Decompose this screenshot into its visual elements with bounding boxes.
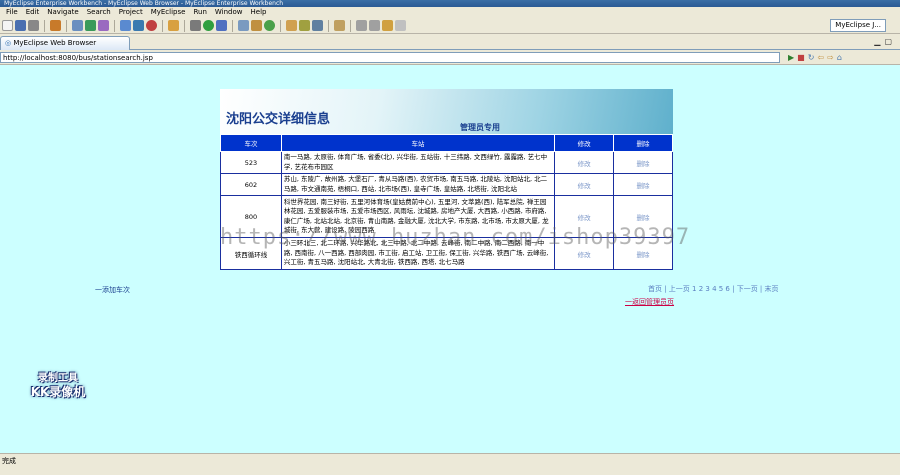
maximize-icon[interactable]: ▢	[884, 37, 896, 46]
search-icon[interactable]	[299, 20, 310, 31]
browser-address-bar: ▶■↻⇦⇨⌂	[0, 50, 900, 65]
status-text: 完成	[2, 457, 16, 465]
external-tools-icon[interactable]	[238, 20, 249, 31]
page-banner: 沈阳公交详细信息 管理员专用	[220, 89, 673, 134]
stop-icon[interactable]: ■	[797, 53, 808, 62]
toolbar-separator	[66, 19, 67, 32]
folder-icon[interactable]	[168, 20, 179, 31]
tab-web-browser[interactable]: ◎ MyEclipse Web Browser	[0, 36, 130, 50]
save-icon[interactable]	[15, 20, 26, 31]
go-icon[interactable]: ▶	[788, 53, 797, 62]
add-route-link[interactable]: 一添加车次	[95, 285, 130, 295]
header-stations: 车站	[280, 134, 556, 152]
toolbar-separator	[232, 19, 233, 32]
page-title: 沈阳公交详细信息	[226, 112, 331, 127]
forward-arrow-icon[interactable]	[395, 20, 406, 31]
route-cell: 523	[220, 151, 282, 174]
main-toolbar: MyEclipse J...	[0, 18, 900, 34]
header-edit: 修改	[554, 134, 615, 152]
pencil-icon[interactable]	[312, 20, 323, 31]
interface-icon[interactable]	[133, 20, 144, 31]
menu-project[interactable]: Project	[115, 7, 147, 18]
new-icon[interactable]	[2, 20, 13, 31]
annotation-icon[interactable]	[334, 20, 345, 31]
delete-link[interactable]: 删除	[613, 173, 673, 196]
edit-link[interactable]: 修改	[554, 173, 615, 196]
web-project-icon[interactable]	[85, 20, 96, 31]
perspective-switcher[interactable]: MyEclipse J...	[830, 19, 886, 32]
globe-icon[interactable]	[264, 20, 275, 31]
menu-edit[interactable]: Edit	[22, 7, 44, 18]
url-input[interactable]	[0, 52, 780, 63]
stations-cell: 苏山, 东陵广, 故州路, 大堡石厂, 青从马路(西), 农贸市场, 南五马路,…	[280, 173, 556, 196]
prev-annotation-icon[interactable]	[369, 20, 380, 31]
server-icon[interactable]	[50, 20, 61, 31]
toolbar-separator	[114, 19, 115, 32]
status-bar: 完成	[0, 453, 900, 475]
toolbar-separator	[44, 19, 45, 32]
view-window-controls[interactable]: ▁▢	[874, 37, 896, 47]
back-icon[interactable]: ⇦	[817, 53, 827, 62]
edit-link[interactable]: 修改	[554, 151, 615, 174]
stop-icon[interactable]	[146, 20, 157, 31]
deploy-icon[interactable]	[72, 20, 83, 31]
perspective-label: MyEclipse J...	[835, 21, 881, 29]
recorder-badge: 录制工具 KK录像机	[18, 373, 98, 399]
settings-icon[interactable]	[190, 20, 201, 31]
menu-file[interactable]: File	[2, 7, 22, 18]
header-route: 车次	[220, 134, 282, 152]
toolbar-separator	[328, 19, 329, 32]
window-title: MyEclipse Enterprise Workbench - MyEclip…	[4, 0, 284, 7]
toolbar-separator	[350, 19, 351, 32]
menu-window[interactable]: Window	[211, 7, 247, 18]
window-title-bar: MyEclipse Enterprise Workbench - MyEclip…	[0, 0, 900, 7]
toolbar-separator	[184, 19, 185, 32]
toolbar-separator	[280, 19, 281, 32]
delete-link[interactable]: 删除	[613, 151, 673, 174]
menu-navigate[interactable]: Navigate	[43, 7, 82, 18]
print-icon[interactable]	[28, 20, 39, 31]
table-header-row: 车次 车站 修改 删除	[220, 134, 673, 152]
watermark-text: https://www.huzhan.com/ishop39397	[220, 225, 691, 250]
menu-search[interactable]: Search	[83, 7, 115, 18]
tab-label: MyEclipse Web Browser	[13, 39, 97, 47]
open-type-icon[interactable]	[286, 20, 297, 31]
stations-cell: 南一马路, 太原街, 体育广场, 省委(北), 兴华街, 五站街, 十三纬路, …	[280, 151, 556, 174]
back-to-admin-link[interactable]: 一返回管理员页	[625, 297, 674, 307]
minimize-icon[interactable]: ▁	[874, 37, 884, 46]
recorder-line2: KK录像机	[30, 385, 86, 399]
header-delete: 删除	[613, 134, 673, 152]
editor-tab-bar: ◎ MyEclipse Web Browser ▁▢	[0, 34, 900, 50]
menu-myeclipse[interactable]: MyEclipse	[147, 7, 190, 18]
menu-help[interactable]: Help	[247, 7, 271, 18]
run-icon[interactable]	[203, 20, 214, 31]
recorder-line1: 录制工具	[38, 373, 78, 384]
back-arrow-icon[interactable]	[382, 20, 393, 31]
home-icon[interactable]: ⌂	[837, 53, 845, 62]
menu-run[interactable]: Run	[189, 7, 210, 18]
table-row: 602 苏山, 东陵广, 故州路, 大堡石厂, 青从马路(西), 农贸市场, 南…	[220, 173, 673, 196]
route-cell: 602	[220, 173, 282, 196]
forward-icon[interactable]: ⇨	[827, 53, 837, 62]
package-icon[interactable]	[98, 20, 109, 31]
next-annotation-icon[interactable]	[356, 20, 367, 31]
debug-icon[interactable]	[216, 20, 227, 31]
pagination[interactable]: 首页 | 上一页 1 2 3 4 5 6 | 下一页 | 末页	[648, 284, 779, 294]
class-icon[interactable]	[120, 20, 131, 31]
table-row: 523 南一马路, 太原街, 体育广场, 省委(北), 兴华街, 五站街, 十三…	[220, 151, 673, 174]
browser-nav-tools: ▶■↻⇦⇨⌂	[788, 52, 845, 63]
page-subtitle: 管理员专用	[460, 123, 500, 132]
refresh-icon[interactable]: ↻	[808, 53, 818, 62]
browser-icon[interactable]	[251, 20, 262, 31]
toolbar-separator	[162, 19, 163, 32]
menu-bar: File Edit Navigate Search Project MyEcli…	[0, 7, 900, 18]
browser-viewport: 沈阳公交详细信息 管理员专用 车次 车站 修改 删除 523 南一马路, 太原街…	[0, 65, 900, 453]
